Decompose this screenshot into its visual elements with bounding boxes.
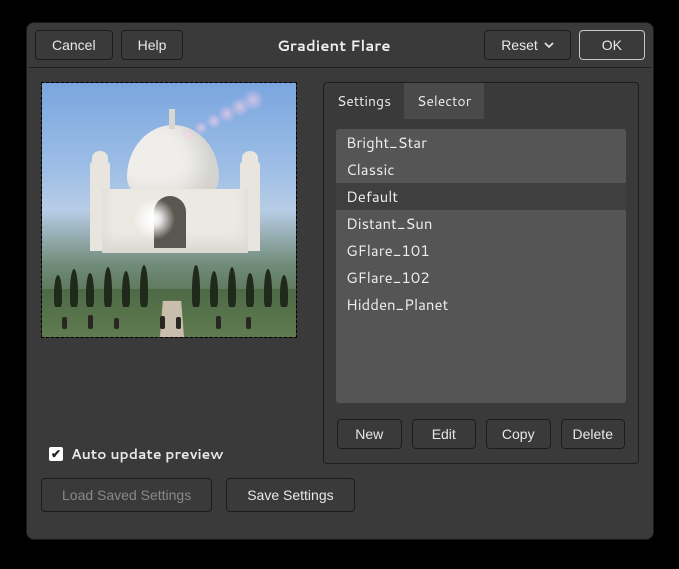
dialog-title: Gradient Flare xyxy=(191,35,476,56)
gradient-flare-dialog: Cancel Help Gradient Flare Reset OK xyxy=(26,22,654,540)
list-item[interactable]: Default xyxy=(336,183,626,210)
list-item[interactable]: GFlare_101 xyxy=(336,237,626,264)
new-button[interactable]: New xyxy=(337,419,402,449)
flare-trail xyxy=(162,89,262,145)
check-icon: ✔ xyxy=(49,447,63,461)
preview-image[interactable] xyxy=(41,82,297,338)
tab-selector[interactable]: Selector xyxy=(404,83,484,119)
load-settings-button[interactable]: Load Saved Settings xyxy=(41,478,212,512)
auto-update-checkbox[interactable]: ✔ Auto update preview xyxy=(41,444,309,464)
reset-label: Reset xyxy=(501,37,538,53)
dialog-body: ✔ Auto update preview Settings Selector … xyxy=(27,68,653,478)
list-item[interactable]: Classic xyxy=(336,156,626,183)
chevron-down-icon xyxy=(544,40,554,50)
flare-list-wrap: Bright_StarClassicDefaultDistant_SunGFla… xyxy=(324,119,638,409)
help-button[interactable]: Help xyxy=(121,30,184,60)
footer: Load Saved Settings Save Settings xyxy=(27,478,653,526)
list-item[interactable]: GFlare_102 xyxy=(336,264,626,291)
reset-button[interactable]: Reset xyxy=(484,30,571,60)
titlebar: Cancel Help Gradient Flare Reset OK xyxy=(27,23,653,67)
preview-column: ✔ Auto update preview xyxy=(41,82,309,464)
selector-panel: Settings Selector Bright_StarClassicDefa… xyxy=(323,82,639,464)
save-settings-button[interactable]: Save Settings xyxy=(226,478,354,512)
tabs: Settings Selector xyxy=(324,83,638,119)
copy-button[interactable]: Copy xyxy=(486,419,551,449)
list-item[interactable]: Bright_Star xyxy=(336,129,626,156)
auto-update-label: Auto update preview xyxy=(71,444,224,464)
ok-button[interactable]: OK xyxy=(579,30,645,60)
flare-list[interactable]: Bright_StarClassicDefaultDistant_SunGFla… xyxy=(336,129,626,403)
flare-buttons: New Edit Copy Delete xyxy=(324,409,638,463)
list-item[interactable]: Distant_Sun xyxy=(336,210,626,237)
edit-button[interactable]: Edit xyxy=(412,419,477,449)
list-item[interactable]: Hidden_Planet xyxy=(336,291,626,318)
tab-settings[interactable]: Settings xyxy=(324,83,404,119)
cancel-button[interactable]: Cancel xyxy=(35,30,113,60)
delete-button[interactable]: Delete xyxy=(561,419,626,449)
